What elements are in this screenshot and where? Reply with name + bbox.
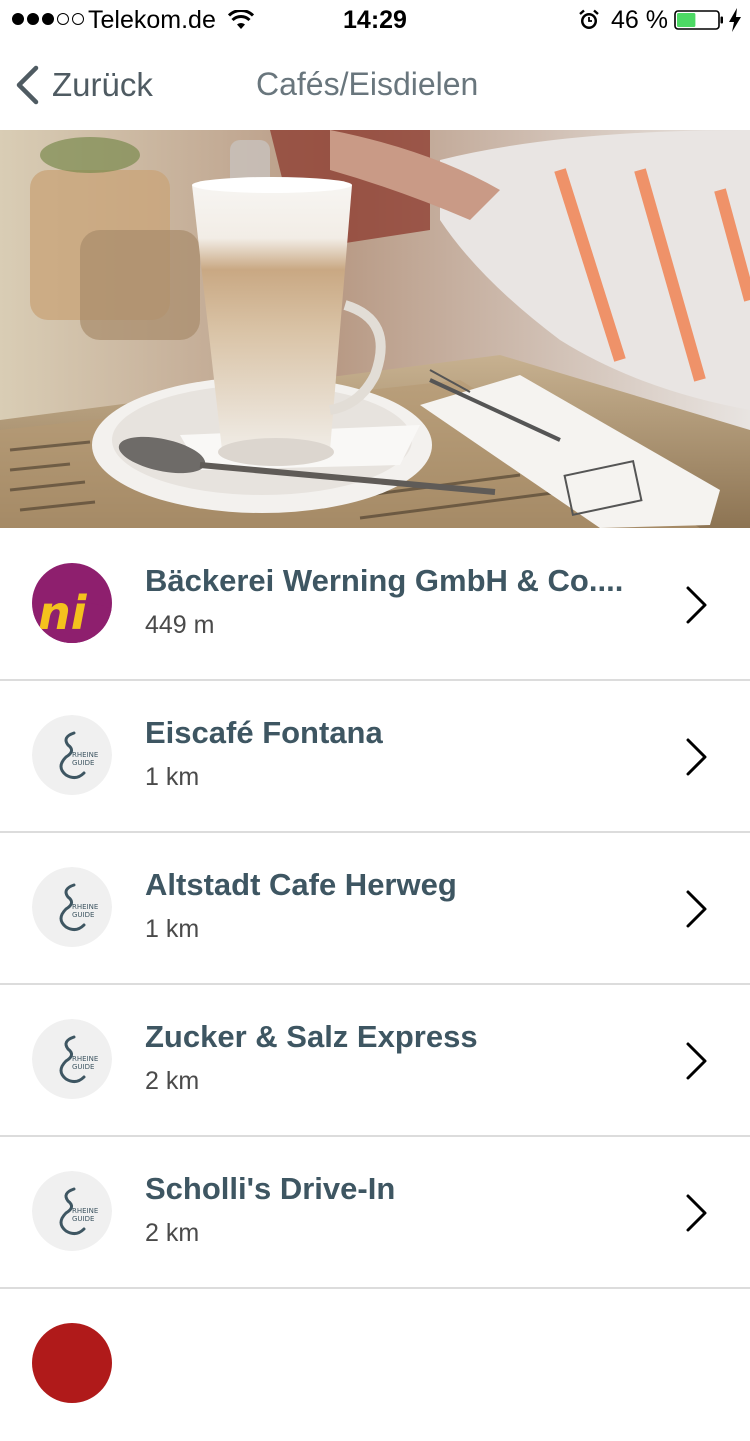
place-list: ni Bäckerei Werning GmbH & Co.... 449 m … [0,529,750,1441]
hero-image [0,130,750,528]
place-name: Bäckerei Werning GmbH & Co.... [145,563,624,598]
place-distance: 1 km [145,915,200,943]
werning-logo-mark: ni [32,586,112,643]
list-item-partial[interactable] [0,1289,750,1441]
svg-text:RHEINE: RHEINE [72,1207,98,1215]
rheine-guide-logo: RHEINE GUIDE [32,1171,112,1251]
place-distance: 449 m [145,611,215,639]
back-button[interactable]: Zurück [14,62,153,108]
chevron-right-icon [686,1042,707,1080]
battery-percentage: 46 % [611,6,668,34]
place-name: Eiscafé Fontana [145,715,383,750]
page-title: Cafés/Eisdielen [256,66,479,102]
werning-logo: ni [32,563,112,643]
list-item[interactable]: RHEINE GUIDE Eiscafé Fontana 1 km [0,681,750,833]
svg-text:ni: ni [38,586,88,640]
svg-text:RHEINE: RHEINE [72,751,98,759]
place-distance: 2 km [145,1219,200,1247]
chevron-right-icon [686,586,707,624]
svg-text:GUIDE: GUIDE [72,911,94,919]
svg-text:RHEINE: RHEINE [72,1055,98,1063]
list-item[interactable]: ni Bäckerei Werning GmbH & Co.... 449 m [0,529,750,681]
chevron-right-icon [686,1194,707,1232]
place-distance: 1 km [145,763,200,791]
place-logo [32,1323,112,1403]
rheine-guide-logo: RHEINE GUIDE [32,867,112,947]
back-label: Zurück [52,66,153,103]
svg-text:GUIDE: GUIDE [72,759,94,767]
battery-icon [674,10,723,30]
rheine-guide-logo: RHEINE GUIDE [32,1019,112,1099]
place-name: Scholli's Drive-In [145,1171,396,1206]
place-name: Altstadt Cafe Herweg [145,867,457,902]
latte-macchiato-photo [0,130,750,528]
charging-bolt-icon [729,8,741,32]
list-item[interactable]: RHEINE GUIDE Altstadt Cafe Herweg 1 km [0,833,750,985]
list-item[interactable]: RHEINE GUIDE Scholli's Drive-In 2 km [0,1137,750,1289]
place-name: Zucker & Salz Express [145,1019,478,1054]
chevron-left-icon [16,65,39,105]
svg-text:GUIDE: GUIDE [72,1063,94,1071]
chevron-right-icon [686,738,707,776]
chevron-right-icon [686,890,707,928]
svg-text:RHEINE: RHEINE [72,903,98,911]
alarm-icon [579,9,599,29]
status-bar: Telekom.de 14:29 46 % [0,0,750,40]
svg-text:GUIDE: GUIDE [72,1215,94,1223]
rheine-guide-logo: RHEINE GUIDE [32,715,112,795]
list-item[interactable]: RHEINE GUIDE Zucker & Salz Express 2 km [0,985,750,1137]
navigation-bar: Zurück Cafés/Eisdielen [0,40,750,130]
place-distance: 2 km [145,1067,200,1095]
